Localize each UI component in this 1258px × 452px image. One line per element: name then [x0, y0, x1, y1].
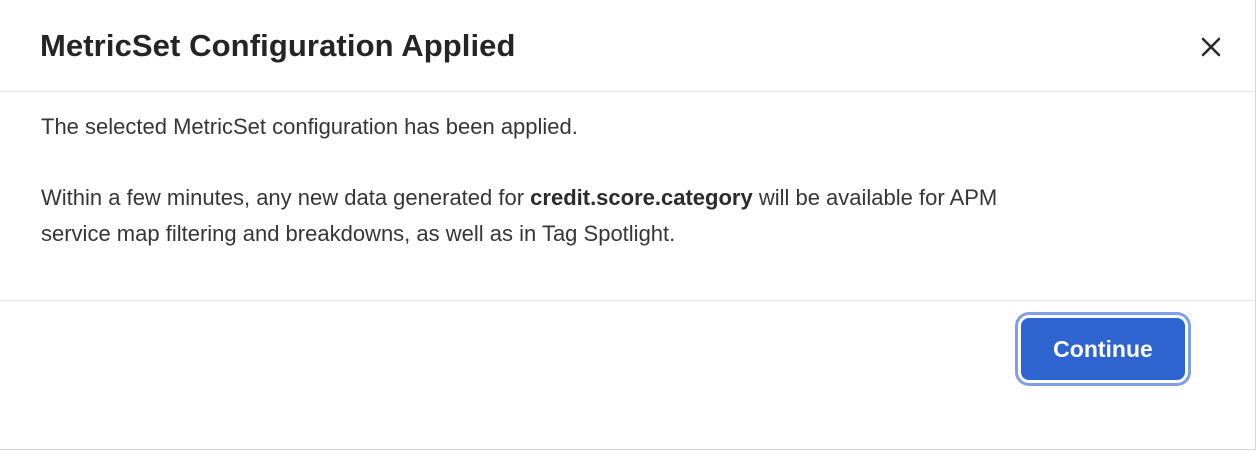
metric-name: credit.score.category: [530, 185, 753, 210]
dialog-title: MetricSet Configuration Applied: [40, 28, 516, 63]
metricset-applied-dialog: MetricSet Configuration Applied The sele…: [0, 0, 1256, 450]
close-icon: [1194, 30, 1228, 64]
dialog-header: MetricSet Configuration Applied: [0, 0, 1255, 92]
dialog-footer: Continue: [0, 301, 1255, 450]
availability-message: Within a few minutes, any new data gener…: [41, 180, 997, 252]
availability-message-line-1: Within a few minutes, any new data gener…: [41, 180, 997, 216]
applied-message: The selected MetricSet configuration has…: [41, 114, 578, 139]
close-button[interactable]: [1194, 30, 1228, 64]
availability-suffix: will be available for APM: [752, 185, 998, 210]
availability-prefix: Within a few minutes, any new data gener…: [41, 185, 531, 210]
dialog-body: The selected MetricSet configuration has…: [0, 92, 1255, 301]
availability-message-line-2: service map filtering and breakdowns, as…: [41, 221, 676, 246]
continue-button[interactable]: Continue: [1021, 318, 1185, 380]
